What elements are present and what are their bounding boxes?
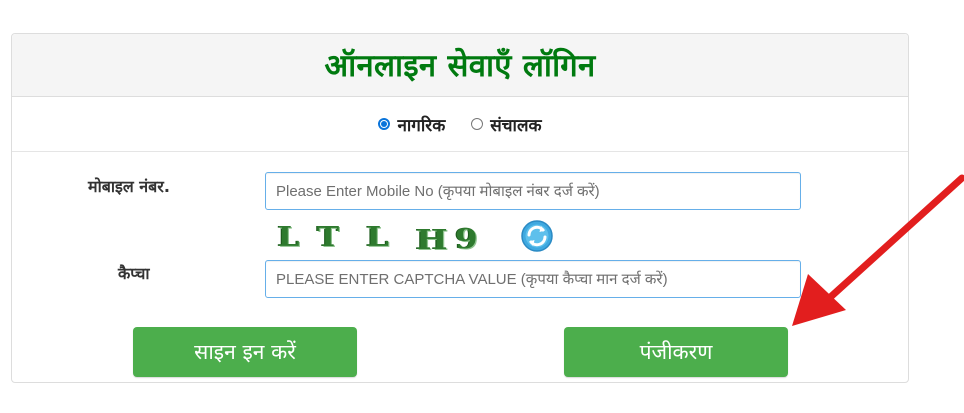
captcha-char: T xyxy=(316,221,340,253)
captcha-char: 9 xyxy=(454,223,478,255)
captcha-label: कैप्चा xyxy=(118,264,150,283)
captcha-char: H xyxy=(415,224,448,256)
mobile-number-input[interactable] xyxy=(265,172,801,210)
citizen-label: नागरिक xyxy=(397,115,446,136)
mobile-number-label: मोबाइल नंबर. xyxy=(88,177,170,196)
register-button[interactable]: पंजीकरण xyxy=(564,327,788,377)
captcha-char: L xyxy=(366,221,389,253)
citizen-radio[interactable] xyxy=(378,118,391,130)
page-title: ऑनलाइन सेवाएँ लॉगिन xyxy=(324,48,596,84)
operator-radio[interactable] xyxy=(471,118,484,130)
role-selector: नागरिक संचालक xyxy=(12,97,908,152)
panel-heading: ऑनलाइन सेवाएँ लॉगिन xyxy=(12,34,908,97)
role-option-operator[interactable]: संचालक xyxy=(471,113,542,136)
role-option-citizen[interactable]: नागरिक xyxy=(378,113,445,136)
operator-label: संचालक xyxy=(490,115,542,136)
refresh-icon[interactable] xyxy=(520,219,554,253)
captcha-image: L T L H 9 xyxy=(265,218,495,256)
red-arrow-icon xyxy=(792,174,964,326)
sign-in-button[interactable]: साइन इन करें xyxy=(133,327,357,377)
captcha-char: L xyxy=(277,221,300,253)
captcha-input[interactable] xyxy=(265,260,801,298)
